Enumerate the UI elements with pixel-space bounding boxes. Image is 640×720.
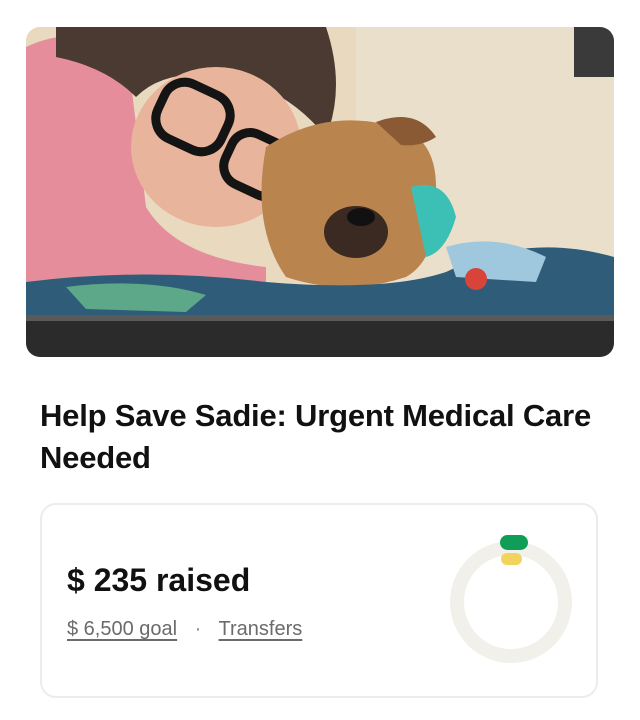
campaign-photo [26,27,614,357]
progress-indicator-green [500,535,528,550]
campaign-title: Help Save Sadie: Urgent Medical Care Nee… [40,398,591,475]
goal-line: $ 6,500 goal · Transfers [67,618,302,641]
progress-ring [444,535,578,669]
amount-raised: $ 235 raised [67,562,251,598]
transfers-link[interactable]: Transfers [219,618,303,640]
progress-indicator-yellow [501,553,522,565]
donation-progress-card: $ 235 raised $ 6,500 goal · Transfers [40,503,598,698]
progress-ring-graphic [450,535,572,663]
separator-dot: · [194,618,202,640]
campaign-photo-image [26,27,614,357]
goal-link[interactable]: $ 6,500 goal [67,618,177,640]
